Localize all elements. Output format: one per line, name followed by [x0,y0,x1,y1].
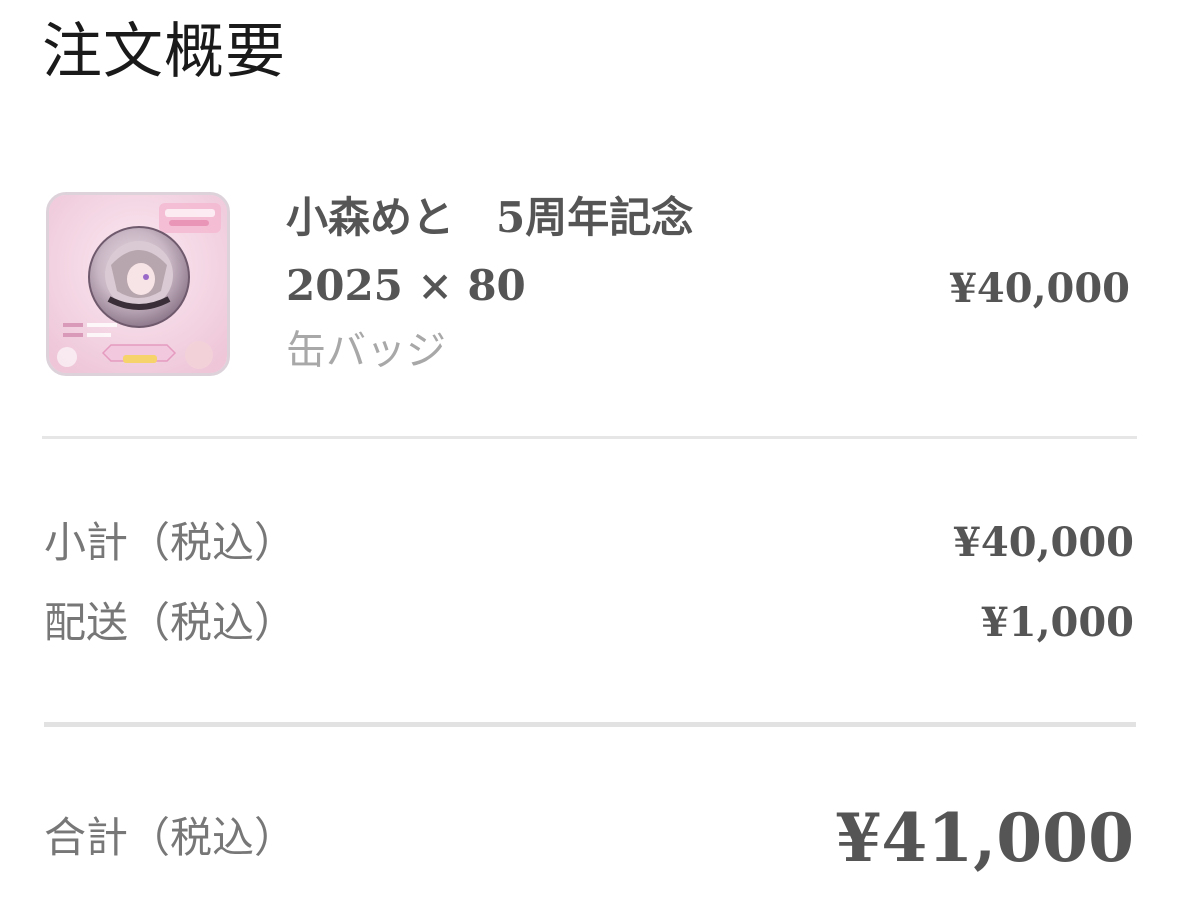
total-label: 合計（税込） [44,813,297,862]
product-name: 小森めと 5周年記念 [286,193,694,242]
shipping-label: 配送（税込） [44,598,297,647]
product-variant: 缶バッジ [286,328,446,374]
product-quantity: 2025 × 80 [286,261,526,310]
subtotal-value: ¥40,000 [953,519,1134,566]
product-thumbnail [46,192,230,376]
page-title: 注文概要 [42,17,286,87]
product-price: ¥40,000 [949,265,1130,312]
subtotal-label: 小計（税込） [44,518,297,567]
order-summary-page: 注文概要 小森めと 5周年記念 2025 × 80 缶バッジ ¥40,000 小… [0,0,1179,915]
can-badge-artwork [49,195,227,373]
divider [44,722,1136,727]
shipping-value: ¥1,000 [980,599,1134,646]
product-row[interactable]: 小森めと 5周年記念 2025 × 80 缶バッジ ¥40,000 [46,192,1136,382]
divider [42,436,1137,439]
total-value: ¥41,000 [835,799,1134,877]
shipping-row: 配送（税込） ¥1,000 [44,595,1134,655]
subtotal-row: 小計（税込） ¥40,000 [44,515,1134,575]
total-row: 合計（税込） ¥41,000 [44,800,1134,880]
